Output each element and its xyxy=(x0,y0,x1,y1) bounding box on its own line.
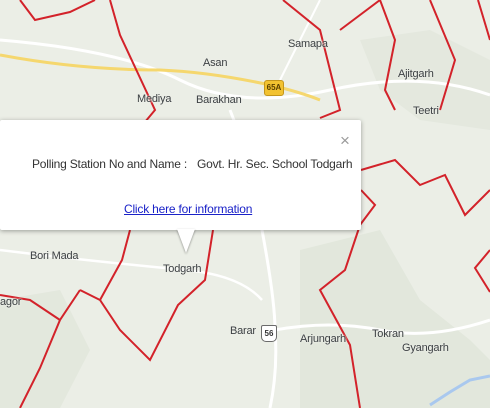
place-label-arjungarh: Arjungarh xyxy=(300,333,346,345)
place-label-tokran: Tokran xyxy=(372,328,404,340)
polling-station-label: Polling Station No and Name : xyxy=(32,157,187,171)
map-view[interactable]: Asan Samapa Ajitgarh Mediya Barakhan Tee… xyxy=(0,0,490,408)
close-icon[interactable]: × xyxy=(340,132,350,149)
info-window-pointer xyxy=(177,229,195,253)
info-link[interactable]: Click here for information xyxy=(124,202,252,216)
info-window: × Polling Station No and Name : Govt. Hr… xyxy=(0,120,361,230)
polling-station-name: Govt. Hr. Sec. School Todgarh xyxy=(197,157,353,171)
place-label-todgarh: Todgarh xyxy=(163,263,202,275)
route-shield-65a: 65A xyxy=(264,80,284,96)
place-label-gyangarh: Gyangarh xyxy=(402,342,449,354)
place-label-barakhan: Barakhan xyxy=(196,94,242,106)
place-label-asan: Asan xyxy=(203,57,228,69)
place-label-samapa: Samapa xyxy=(288,38,328,50)
place-label-mediya: Mediya xyxy=(137,93,172,105)
place-label-barar: Barar xyxy=(230,325,256,337)
place-label-bori-mada: Bori Mada xyxy=(30,250,79,262)
place-label-agor: agor xyxy=(0,296,22,308)
place-label-ajitgarh: Ajitgarh xyxy=(398,68,434,80)
place-label-teetri: Teetri xyxy=(413,105,439,117)
route-shield-56: 56 xyxy=(261,325,277,342)
